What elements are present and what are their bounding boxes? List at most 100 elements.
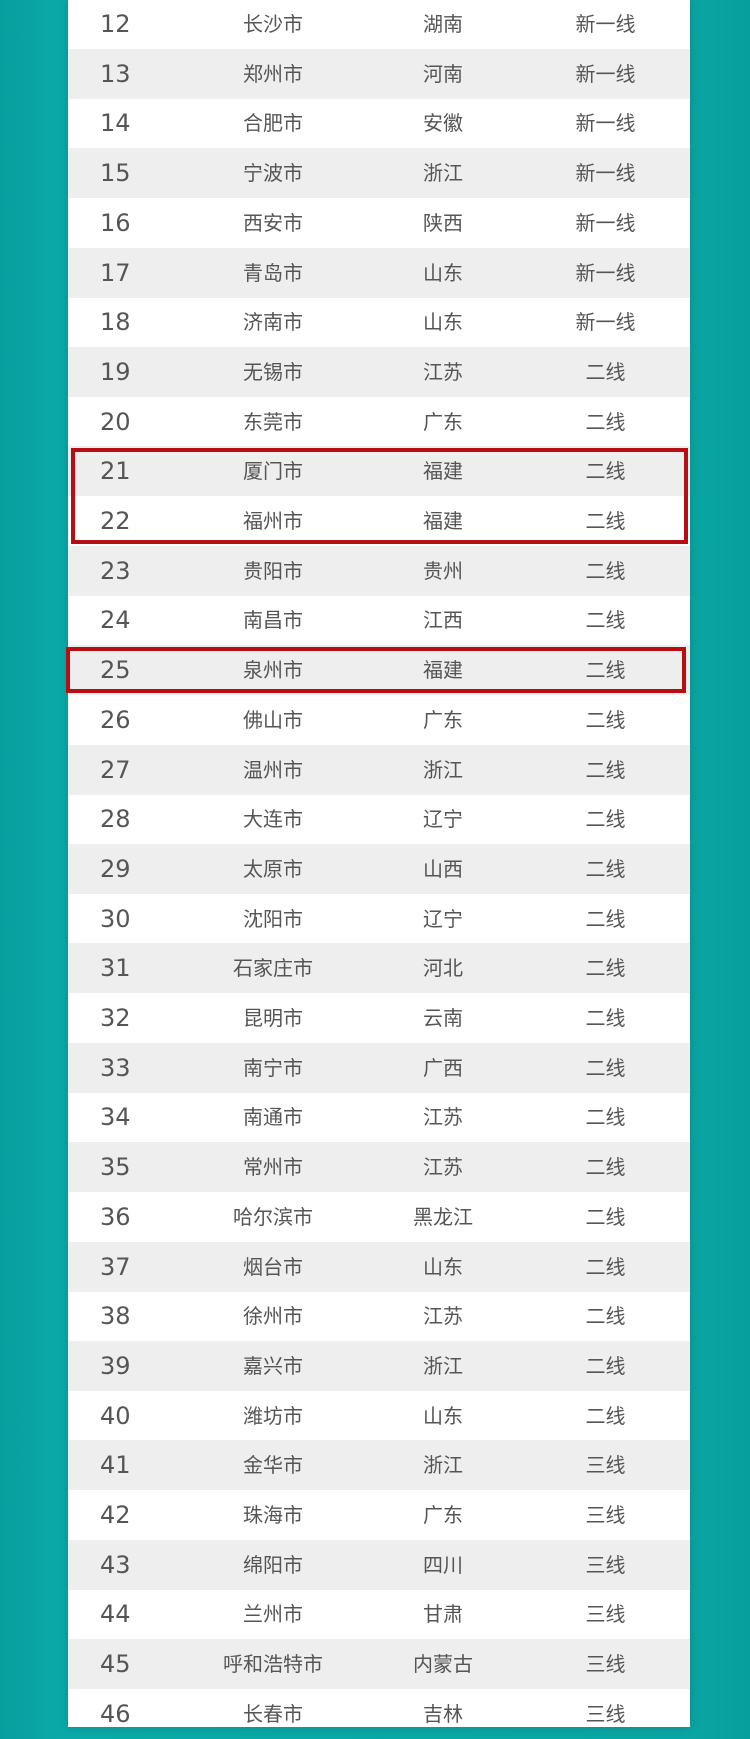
tier-cell: 二线 bbox=[585, 906, 626, 931]
province-cell: 江苏 bbox=[423, 1155, 463, 1180]
table-row: 25 泉州市 福建 二线 bbox=[68, 645, 690, 696]
province-cell: 安徽 bbox=[423, 111, 463, 136]
city-cell: 无锡市 bbox=[243, 359, 303, 384]
province-cell: 浙江 bbox=[423, 161, 463, 186]
tier-cell: 二线 bbox=[585, 757, 626, 782]
rank-cell: 26 bbox=[100, 705, 131, 734]
province-cell: 广西 bbox=[423, 1055, 463, 1080]
tier-cell: 二线 bbox=[585, 509, 626, 533]
tier-cell: 二线 bbox=[585, 1155, 626, 1180]
table-row: 23 贵阳市 贵州 二线 bbox=[68, 545, 690, 596]
province-cell: 浙江 bbox=[423, 1453, 463, 1478]
city-cell: 哈尔滨市 bbox=[233, 1204, 313, 1229]
tier-cell: 二线 bbox=[585, 1105, 626, 1130]
province-cell: 福建 bbox=[423, 459, 463, 484]
province-cell: 河南 bbox=[423, 61, 463, 86]
rank-cell: 28 bbox=[100, 805, 131, 834]
tier-cell: 二线 bbox=[585, 956, 626, 981]
table-row: 26 佛山市 广东 二线 bbox=[68, 695, 690, 745]
table-row: 24 南昌市 江西 二线 bbox=[68, 595, 690, 645]
city-cell: 东莞市 bbox=[243, 409, 303, 434]
table-row: 29 太原市 山西 二线 bbox=[68, 843, 690, 894]
rank-cell: 19 bbox=[100, 357, 131, 386]
tier-cell: 新一线 bbox=[575, 260, 636, 285]
table-row: 28 大连市 辽宁 二线 bbox=[68, 794, 690, 844]
table-row: 34 南通市 江苏 二线 bbox=[68, 1092, 690, 1142]
tier-cell: 三线 bbox=[585, 1552, 626, 1577]
province-cell: 四川 bbox=[423, 1552, 463, 1577]
table-row: 17 青岛市 山东 新一线 bbox=[68, 247, 690, 298]
rank-cell: 34 bbox=[100, 1103, 131, 1132]
province-cell: 甘肃 bbox=[423, 1602, 463, 1627]
province-cell: 福建 bbox=[423, 658, 463, 683]
table-row: 20 东莞市 广东 二线 bbox=[68, 397, 690, 447]
tier-cell: 新一线 bbox=[575, 310, 636, 335]
tier-cell: 二线 bbox=[585, 558, 626, 583]
rank-cell: 39 bbox=[100, 1351, 131, 1380]
tier-cell: 二线 bbox=[585, 807, 626, 832]
province-cell: 山西 bbox=[423, 856, 463, 881]
province-cell: 山东 bbox=[423, 1254, 463, 1279]
province-cell: 山东 bbox=[423, 260, 463, 285]
tier-cell: 新一线 bbox=[575, 111, 636, 136]
table-row: 19 无锡市 江苏 二线 bbox=[68, 346, 690, 397]
tier-cell: 三线 bbox=[585, 1652, 626, 1677]
city-cell: 大连市 bbox=[243, 807, 303, 832]
table-row: 43 绵阳市 四川 三线 bbox=[68, 1539, 690, 1590]
city-cell: 佛山市 bbox=[243, 707, 303, 732]
city-cell: 珠海市 bbox=[243, 1503, 303, 1527]
tier-cell: 二线 bbox=[585, 1055, 626, 1080]
tier-cell: 二线 bbox=[585, 1204, 626, 1229]
rank-cell: 25 bbox=[100, 656, 131, 685]
province-cell: 福建 bbox=[423, 509, 463, 533]
table-row: 21 厦门市 福建 二线 bbox=[68, 446, 690, 497]
rank-cell: 35 bbox=[100, 1153, 131, 1182]
rank-cell: 29 bbox=[100, 854, 131, 883]
rank-cell: 13 bbox=[100, 59, 131, 88]
city-ranking-table: 12 长沙市 湖南 新一线 13 郑州市 河南 新一线 14 合肥市 安徽 新一线 15 宁波市 浙江 新一线… bbox=[68, 0, 690, 1728]
rank-cell: 18 bbox=[100, 308, 131, 337]
rank-cell: 12 bbox=[100, 10, 131, 38]
city-cell: 青岛市 bbox=[243, 260, 303, 285]
table-row: 14 合肥市 安徽 新一线 bbox=[68, 98, 690, 148]
city-cell: 潍坊市 bbox=[243, 1403, 303, 1428]
rank-cell: 15 bbox=[100, 159, 131, 188]
province-cell: 广东 bbox=[423, 707, 463, 732]
table-row: 42 珠海市 广东 三线 bbox=[68, 1490, 690, 1540]
city-cell: 沈阳市 bbox=[243, 906, 303, 931]
rank-cell: 14 bbox=[100, 109, 131, 138]
table-row: 44 兰州市 甘肃 三线 bbox=[68, 1589, 690, 1639]
city-cell: 烟台市 bbox=[243, 1254, 303, 1279]
province-cell: 广东 bbox=[423, 409, 463, 434]
city-cell: 南通市 bbox=[243, 1105, 303, 1130]
rank-cell: 46 bbox=[100, 1699, 131, 1728]
table-row: 16 西安市 陕西 新一线 bbox=[68, 198, 690, 248]
city-cell: 绵阳市 bbox=[243, 1552, 303, 1577]
city-cell: 常州市 bbox=[243, 1155, 303, 1180]
tier-cell: 二线 bbox=[585, 658, 626, 683]
rank-cell: 16 bbox=[100, 208, 131, 237]
rank-cell: 21 bbox=[100, 457, 131, 486]
rank-cell: 27 bbox=[100, 755, 131, 784]
city-cell: 厦门市 bbox=[243, 459, 303, 484]
tier-cell: 二线 bbox=[585, 1006, 626, 1030]
city-cell: 昆明市 bbox=[243, 1006, 303, 1030]
rank-cell: 17 bbox=[100, 258, 131, 287]
table-row: 31 石家庄市 河北 二线 bbox=[68, 943, 690, 994]
rank-cell: 32 bbox=[100, 1004, 131, 1032]
province-cell: 陕西 bbox=[423, 210, 463, 235]
table-row: 13 郑州市 河南 新一线 bbox=[68, 48, 690, 99]
table-row: 35 常州市 江苏 二线 bbox=[68, 1142, 690, 1193]
rank-cell: 42 bbox=[100, 1501, 131, 1529]
tier-cell: 三线 bbox=[585, 1701, 626, 1726]
table-row: 45 呼和浩特市 内蒙古 三线 bbox=[68, 1639, 690, 1690]
table-row: 30 沈阳市 辽宁 二线 bbox=[68, 894, 690, 944]
table-row: 46 长春市 吉林 三线 bbox=[68, 1689, 690, 1739]
rank-cell: 36 bbox=[100, 1202, 131, 1231]
tier-cell: 二线 bbox=[585, 1254, 626, 1279]
tier-cell: 新一线 bbox=[575, 12, 636, 36]
tier-cell: 三线 bbox=[585, 1602, 626, 1627]
province-cell: 辽宁 bbox=[423, 807, 463, 832]
tier-cell: 二线 bbox=[585, 359, 626, 384]
rank-cell: 20 bbox=[100, 407, 131, 436]
